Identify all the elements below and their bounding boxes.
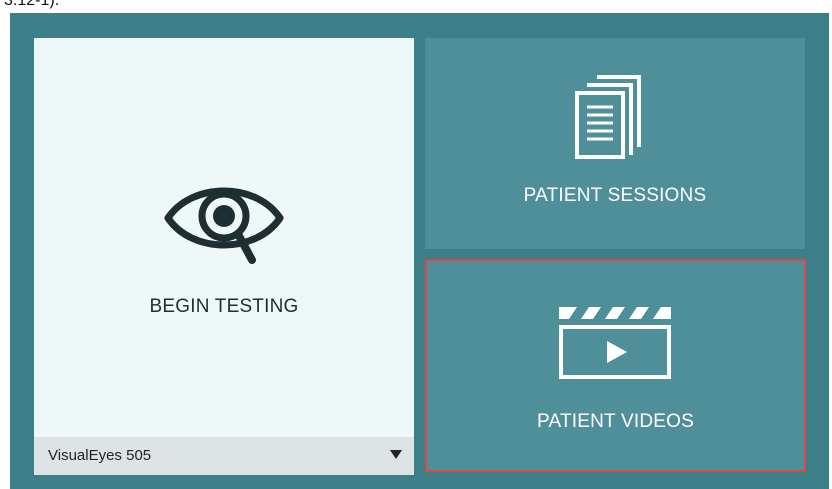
patient-sessions-tile[interactable]: PATIENT SESSIONS bbox=[425, 38, 805, 249]
patient-videos-tile[interactable]: PATIENT VIDEOS bbox=[425, 259, 806, 472]
patient-sessions-label: PATIENT SESSIONS bbox=[523, 185, 707, 206]
documents-icon bbox=[575, 75, 641, 159]
chevron-down-icon bbox=[390, 450, 402, 459]
begin-testing-label: BEGIN TESTING bbox=[149, 296, 299, 317]
device-select-value: VisualEyes 505 bbox=[48, 447, 152, 464]
home-panel: BEGIN TESTING VisualEyes 505 PATIENT SES… bbox=[10, 13, 829, 489]
device-select[interactable]: VisualEyes 505 bbox=[34, 437, 414, 475]
begin-testing-tile[interactable]: BEGIN TESTING VisualEyes 505 bbox=[34, 38, 414, 475]
eye-magnifier-icon bbox=[164, 187, 284, 264]
clapperboard-icon bbox=[559, 307, 671, 379]
page-caption: 3.12-1). bbox=[4, 0, 60, 9]
patient-videos-label: PATIENT VIDEOS bbox=[537, 411, 694, 432]
